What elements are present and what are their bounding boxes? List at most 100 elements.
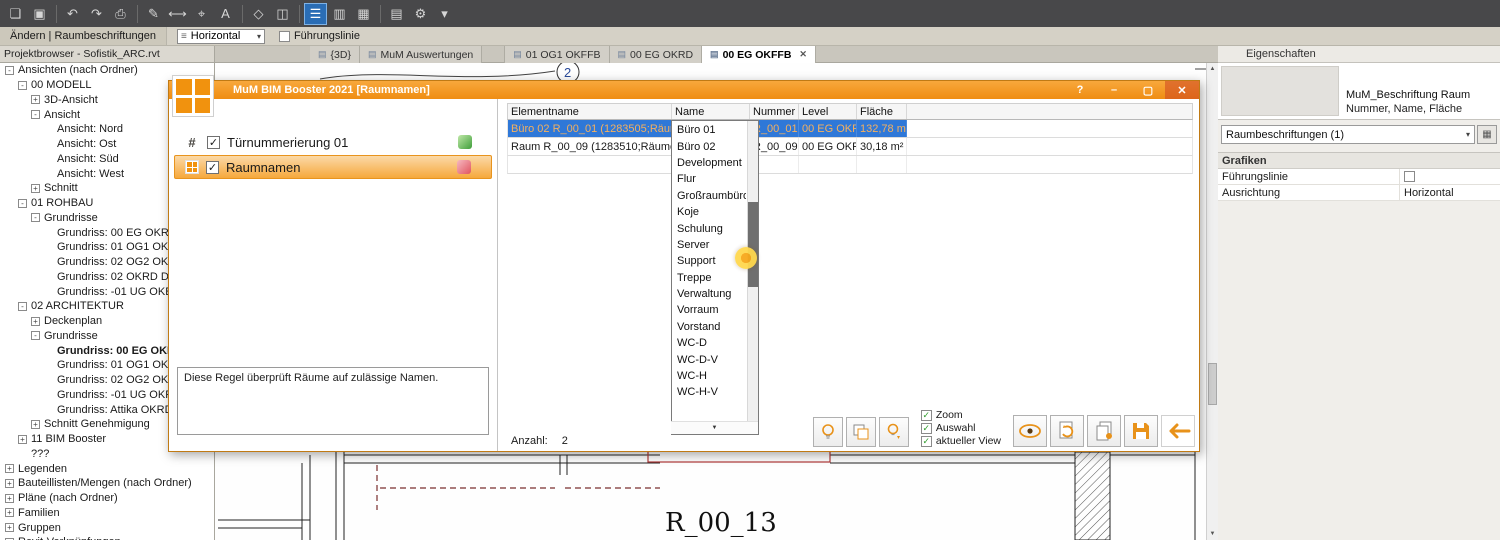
alignment-property-value[interactable]: Horizontal xyxy=(1400,185,1500,200)
dropdown-scrollbar[interactable]: ▼ xyxy=(747,121,758,434)
view-tab[interactable]: ▤ 00 EG OKFFB ✕ xyxy=(702,46,816,63)
view-tab[interactable]: ▤ 01 OG1 OKFFB ✕ xyxy=(504,46,609,63)
help-button[interactable]: ? xyxy=(1063,81,1097,99)
dialog-titlebar[interactable]: MuM BIM Booster 2021 [Raumnamen] ? – ▢ ✕ xyxy=(169,81,1199,99)
column-header[interactable]: Name xyxy=(672,104,750,119)
tag-icon[interactable]: ⌖ xyxy=(190,3,213,25)
tree-expander-icon[interactable]: + xyxy=(5,494,14,503)
print-icon[interactable]: ⎙ xyxy=(109,3,132,25)
open-icon[interactable]: ❏ xyxy=(4,3,27,25)
tree-expander-icon[interactable]: - xyxy=(31,331,40,340)
edit-type-button[interactable]: ▦ xyxy=(1477,125,1497,144)
section-icon[interactable]: ◫ xyxy=(271,3,294,25)
table-row[interactable]: Büro 02 R_00_01 (1283505;Räume Büro 02 ▾… xyxy=(507,120,1193,138)
dropdown-option[interactable]: Großraumbüro xyxy=(672,188,746,204)
dropdown-option[interactable]: Büro 02 xyxy=(672,138,746,154)
undo-icon[interactable]: ↶ xyxy=(61,3,84,25)
show-element-button[interactable] xyxy=(1013,415,1047,447)
tree-expander-icon[interactable]: - xyxy=(18,302,27,311)
tree-item[interactable]: + Pläne (nach Ordner) xyxy=(0,491,214,506)
tree-expander-icon[interactable]: - xyxy=(31,110,40,119)
highlight-bulb-button[interactable] xyxy=(813,417,843,447)
dropdown-option[interactable]: Server xyxy=(672,237,746,253)
dropdown-option[interactable]: Büro 01 xyxy=(672,122,746,138)
dropdown-option[interactable]: WC-D xyxy=(672,335,746,351)
measure-icon[interactable]: ✎ xyxy=(142,3,165,25)
dropdown-option[interactable]: Flur xyxy=(672,171,746,187)
context-tab-modify-room-tags[interactable]: Ändern | Raumbeschriftungen xyxy=(0,27,167,45)
property-group-header[interactable]: Grafiken xyxy=(1218,153,1500,169)
tree-expander-icon[interactable]: - xyxy=(31,213,40,222)
more-tools-icon[interactable]: ▾ xyxy=(433,3,456,25)
user-interface-icon[interactable]: ▥ xyxy=(328,3,351,25)
tree-expander-icon[interactable]: - xyxy=(5,66,14,75)
view-option-checkbox[interactable]: ✓ Auswahl xyxy=(921,422,1001,434)
column-header[interactable]: Elementname xyxy=(508,104,672,119)
minimize-button[interactable]: – xyxy=(1097,81,1131,99)
settings-icon[interactable]: ⚙ xyxy=(409,3,432,25)
scrollbar-thumb[interactable] xyxy=(1208,363,1217,405)
tree-expander-icon[interactable]: + xyxy=(31,95,40,104)
scroll-up-icon[interactable]: ▲ xyxy=(1207,63,1218,75)
toolbar-separator[interactable] xyxy=(380,5,381,23)
close-tab-icon[interactable]: ✕ xyxy=(799,49,807,60)
canvas-vertical-scrollbar[interactable]: ▲ ▼ xyxy=(1206,63,1218,540)
text-icon[interactable]: A xyxy=(214,3,237,25)
maximize-button[interactable]: ▢ xyxy=(1131,81,1165,99)
scroll-down-icon[interactable]: ▼ xyxy=(671,421,758,434)
rule-item-room-names[interactable]: ✓ Raumnamen xyxy=(174,155,492,179)
dropdown-option[interactable]: WC-H-V xyxy=(672,384,746,400)
column-header[interactable]: Level xyxy=(799,104,857,119)
tree-expander-icon[interactable]: + xyxy=(18,435,27,444)
alignment-dropdown[interactable]: ≡ Horizontal ▾ xyxy=(177,29,265,44)
view-option-checkbox[interactable]: ✓ Zoom xyxy=(921,409,1001,421)
tree-item[interactable]: + Bauteillisten/Mengen (nach Ordner) xyxy=(0,476,214,491)
toolbar-separator[interactable] xyxy=(56,5,57,23)
redo-icon[interactable]: ↷ xyxy=(85,3,108,25)
dropdown-option[interactable]: Verwaltung xyxy=(672,286,746,302)
column-header[interactable]: Nummer xyxy=(750,104,799,119)
tree-item[interactable]: + Revit-Verknüpfungen xyxy=(0,535,214,540)
dropdown-option[interactable]: Treppe xyxy=(672,270,746,286)
selection-frames-button[interactable] xyxy=(846,417,876,447)
schedule-icon[interactable]: ▦ xyxy=(352,3,375,25)
rule-checkbox[interactable]: ✓ xyxy=(206,161,219,174)
dropdown-option[interactable]: Development xyxy=(672,155,746,171)
tree-expander-icon[interactable]: + xyxy=(31,317,40,326)
leader-line-property-checkbox[interactable] xyxy=(1404,171,1415,182)
dropdown-option[interactable]: WC-H xyxy=(672,368,746,384)
rule-item-door-numbering[interactable]: # ✓ Türnummerierung 01 xyxy=(174,130,492,154)
scroll-down-icon[interactable]: ▼ xyxy=(1207,528,1218,540)
save-icon[interactable]: ▣ xyxy=(28,3,51,25)
close-button[interactable]: ✕ xyxy=(1165,81,1199,99)
toolbar-separator[interactable] xyxy=(299,5,300,23)
tree-expander-icon[interactable]: + xyxy=(5,523,14,532)
view-tab[interactable]: ▤ 00 EG OKRD ✕ xyxy=(610,46,703,63)
tree-expander-icon[interactable]: + xyxy=(5,479,14,488)
dimension-icon[interactable]: ⟷ xyxy=(166,3,189,25)
tree-expander-icon[interactable]: - xyxy=(18,199,27,208)
dropdown-option[interactable]: Schulung xyxy=(672,220,746,236)
copy-document-button[interactable] xyxy=(1087,415,1121,447)
toolbar-separator[interactable] xyxy=(242,5,243,23)
tree-expander-icon[interactable]: + xyxy=(31,184,40,193)
element-selector-dropdown[interactable]: Raumbeschriftungen (1) ▾ xyxy=(1221,125,1475,144)
tree-expander-icon[interactable]: + xyxy=(5,464,14,473)
refresh-document-button[interactable] xyxy=(1050,415,1084,447)
3d-view-icon[interactable]: ◇ xyxy=(247,3,270,25)
tree-item[interactable]: + Gruppen xyxy=(0,520,214,535)
scrollbar-thumb[interactable] xyxy=(748,202,758,287)
highlight-dropdown-button[interactable] xyxy=(879,417,909,447)
view-tab[interactable]: ▤ MuM Auswertungen ✕ xyxy=(360,46,482,63)
tree-expander-icon[interactable]: - xyxy=(18,81,27,90)
view-option-checkbox[interactable]: ✓ aktueller View xyxy=(921,435,1001,447)
rule-checkbox[interactable]: ✓ xyxy=(207,136,220,149)
dropdown-option[interactable]: Vorstand xyxy=(672,319,746,335)
leader-line-checkbox[interactable]: Führungslinie xyxy=(279,30,360,42)
save-button[interactable] xyxy=(1124,415,1158,447)
tree-expander-icon[interactable]: + xyxy=(5,508,14,517)
toolbar-separator[interactable] xyxy=(137,5,138,23)
column-header[interactable]: Fläche xyxy=(857,104,907,119)
thin-lines-icon[interactable]: ☰ xyxy=(304,3,327,25)
table-row[interactable]: Raum R_00_09 (1283510;Räume) R_00_09 00 … xyxy=(507,138,1193,156)
